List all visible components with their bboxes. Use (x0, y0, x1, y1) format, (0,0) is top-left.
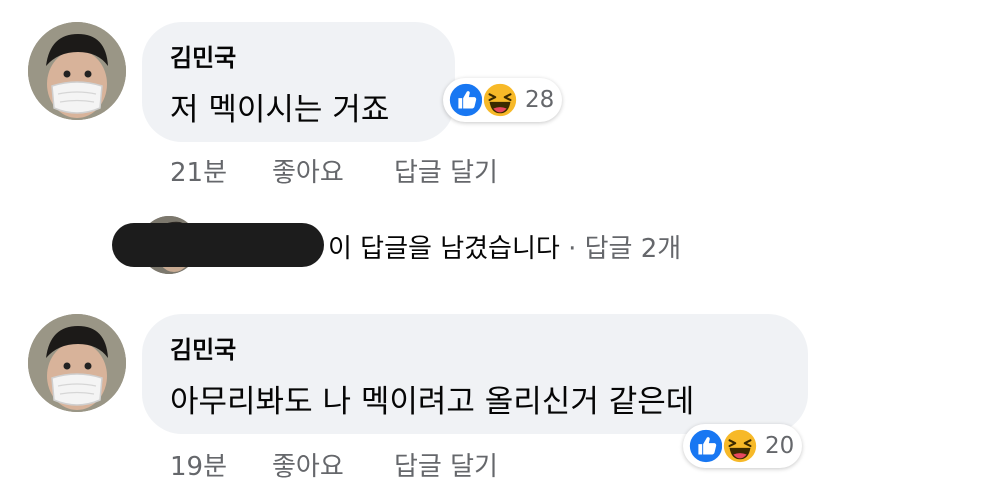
like-icon (687, 427, 725, 465)
reaction-count: 28 (525, 87, 555, 113)
comment-text: 아무리봐도 나 멕이려고 올리신거 같은데 (170, 384, 695, 420)
commenter-avatar[interactable] (28, 22, 126, 120)
replies-summary-text: 이 답글을 남겼습니다 (328, 234, 560, 264)
reply-link[interactable]: 답글 달기 (394, 152, 498, 189)
replies-summary[interactable]: 이 답글을 남겼습니다 · 답글 2개 (328, 228, 681, 265)
haha-icon (721, 427, 759, 465)
comment-text: 저 멕이시는 거죠 (170, 92, 390, 128)
reaction-summary[interactable]: 28 (443, 78, 563, 122)
reaction-summary[interactable]: 20 (683, 424, 803, 468)
comment-time[interactable]: 19분 (170, 446, 227, 483)
like-link[interactable]: 좋아요 (272, 152, 344, 189)
comment-bubble: 김민국 아무리봐도 나 멕이려고 올리신거 같은데 (142, 314, 808, 434)
reply-link[interactable]: 답글 달기 (394, 446, 498, 483)
commenter-avatar[interactable] (28, 314, 126, 412)
like-icon (447, 81, 485, 119)
redacted-name (112, 223, 324, 267)
comment-author[interactable]: 김민국 (170, 38, 236, 73)
reaction-count: 20 (765, 433, 795, 459)
haha-icon (481, 81, 519, 119)
like-link[interactable]: 좋아요 (272, 446, 344, 483)
reply-count: 답글 2개 (584, 234, 682, 264)
separator-dot: · (568, 234, 577, 264)
comment-bubble: 김민국 저 멕이시는 거죠 (142, 22, 455, 142)
comment-time[interactable]: 21분 (170, 152, 227, 189)
comment-author[interactable]: 김민국 (170, 330, 236, 365)
